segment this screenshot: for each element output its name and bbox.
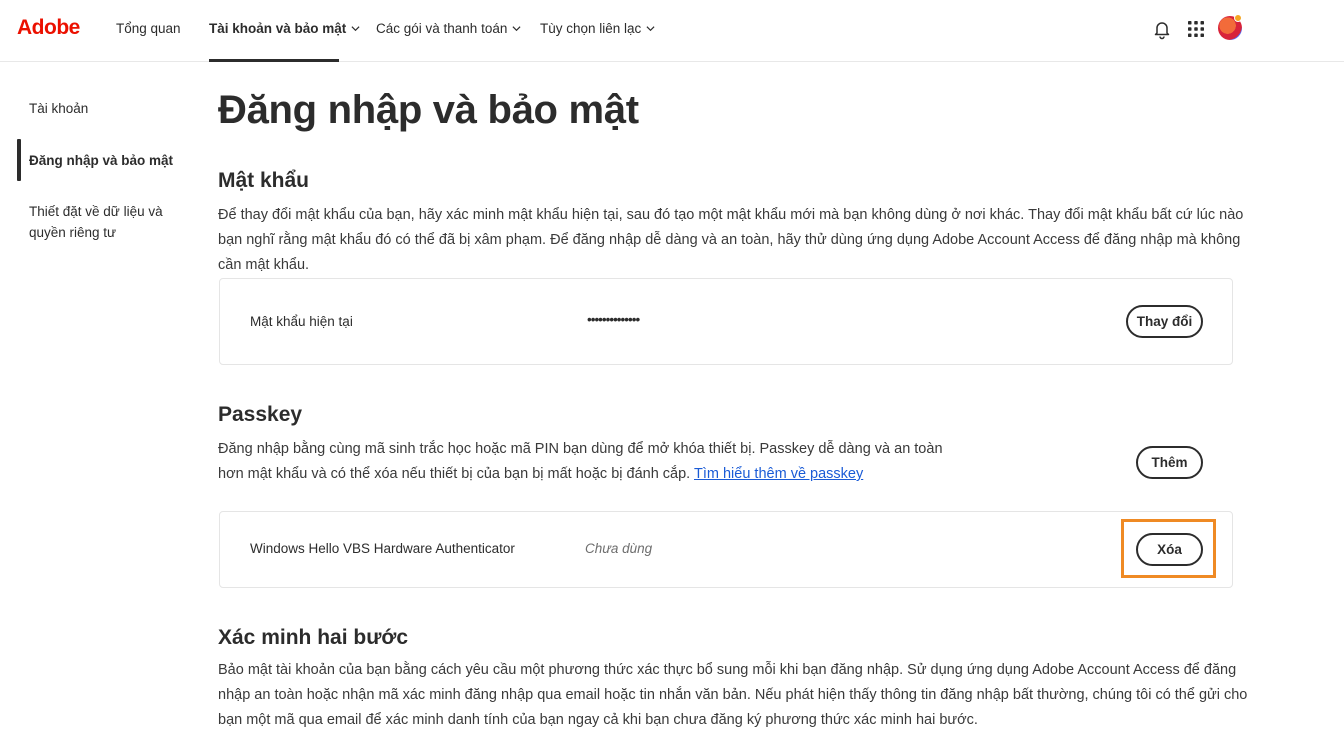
password-description: Để thay đổi mật khẩu của bạn, hãy xác mi… bbox=[218, 207, 1244, 273]
add-passkey-button[interactable]: Thêm bbox=[1136, 446, 1203, 479]
active-nav-underline bbox=[209, 59, 339, 62]
notification-dot bbox=[1234, 14, 1242, 22]
nav-account-security[interactable]: Tài khoản và bảo mật bbox=[209, 21, 360, 36]
nav-communication-prefs-label: Tùy chọn liên lạc bbox=[540, 21, 642, 36]
sidebar-active-indicator bbox=[17, 139, 21, 181]
page-title: Đăng nhập và bảo mật bbox=[218, 88, 639, 132]
bell-icon[interactable] bbox=[1151, 18, 1173, 40]
passkey-device-card: Windows Hello VBS Hardware Authenticator… bbox=[219, 511, 1233, 588]
change-password-button[interactable]: Thay đổi bbox=[1126, 305, 1203, 338]
current-password-value: •••••••••••••• bbox=[587, 312, 640, 327]
chevron-down-icon bbox=[646, 26, 655, 32]
passkey-device-status: Chưa dùng bbox=[585, 541, 653, 556]
sidebar-item-data-privacy[interactable]: Thiết đặt về dữ liệu và quyền riêng tư bbox=[29, 201, 194, 243]
adobe-logo[interactable]: Adobe bbox=[17, 16, 80, 40]
two-step-description: Bảo mật tài khoản của bạn bằng cách yêu … bbox=[218, 662, 1248, 728]
passkey-description: Đăng nhập bằng cùng mã sinh trắc học hoặ… bbox=[218, 437, 953, 487]
nav-account-security-label: Tài khoản và bảo mật bbox=[209, 21, 347, 36]
two-step-heading: Xác minh hai bước bbox=[218, 626, 409, 649]
password-heading: Mật khẩu bbox=[218, 169, 310, 192]
passkey-heading: Passkey bbox=[218, 403, 303, 426]
nav-overview[interactable]: Tổng quan bbox=[116, 21, 181, 36]
sidebar-item-account[interactable]: Tài khoản bbox=[29, 98, 88, 119]
chevron-down-icon bbox=[512, 26, 521, 32]
password-card: Mật khẩu hiện tại •••••••••••••• Thay đổ… bbox=[219, 278, 1233, 365]
passkey-learn-more-link[interactable]: Tìm hiểu thêm về passkey bbox=[694, 466, 863, 482]
passkey-device-name: Windows Hello VBS Hardware Authenticator bbox=[250, 541, 515, 556]
top-navigation: Adobe Tổng quan Tài khoản và bảo mật Các… bbox=[0, 0, 1344, 62]
nav-communication-prefs[interactable]: Tùy chọn liên lạc bbox=[540, 21, 655, 36]
current-password-label: Mật khẩu hiện tại bbox=[250, 314, 353, 329]
nav-overview-label: Tổng quan bbox=[116, 21, 181, 36]
chevron-down-icon bbox=[351, 26, 360, 32]
sidebar-item-signin-security[interactable]: Đăng nhập và bảo mật bbox=[29, 150, 173, 171]
nav-plans-payment[interactable]: Các gói và thanh toán bbox=[376, 21, 521, 36]
nav-plans-payment-label: Các gói và thanh toán bbox=[376, 21, 508, 36]
highlight-box bbox=[1121, 519, 1216, 578]
apps-grid-icon[interactable] bbox=[1185, 18, 1207, 40]
